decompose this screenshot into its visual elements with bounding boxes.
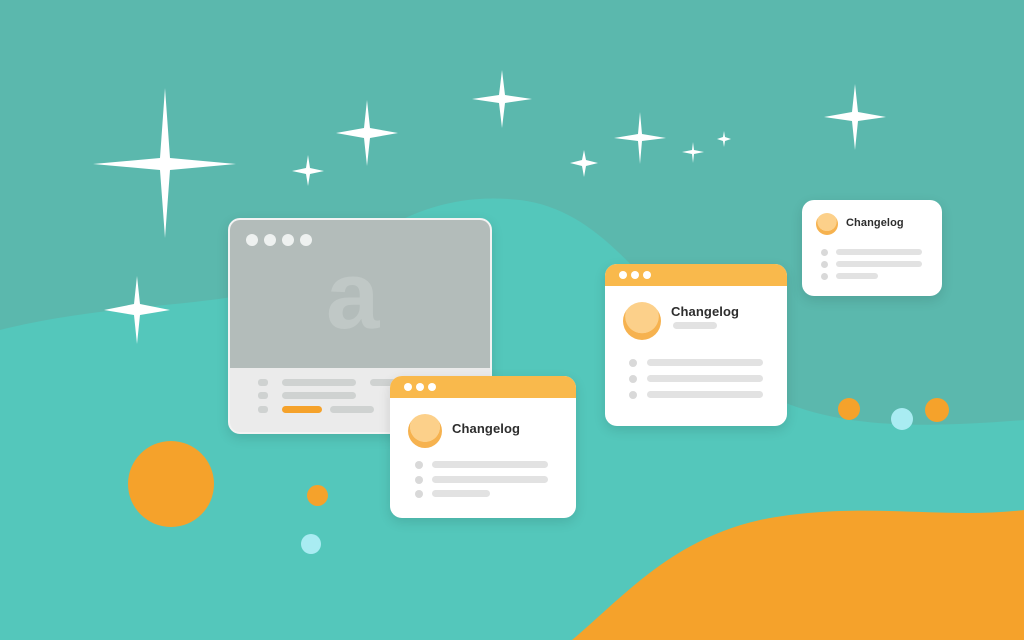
text-line [647,391,763,398]
avatar [408,414,442,448]
sparkle-icon [570,150,598,177]
orange-circle-right-2 [925,398,949,422]
card-titlebar [390,376,576,398]
list-bullet [629,391,637,399]
list-bullet [415,476,423,484]
sparkle-icon [824,84,886,150]
card-title: Changelog [452,421,521,436]
orange-circle-right-1 [838,398,860,420]
text-line [282,379,356,386]
window-dot [631,271,639,279]
text-line [282,392,356,399]
illustration-scene: a Changelog Changelog Changelog [0,0,1024,640]
list-bullet [258,379,268,386]
window-dot [619,271,627,279]
window-dot [246,234,258,246]
text-line [432,461,548,468]
text-line [836,249,922,255]
cyan-circle-right [891,408,913,430]
list-bullet [629,375,637,383]
sparkle-icon [472,70,532,128]
window-header: a [230,220,490,368]
text-line [836,273,878,279]
sparkle-icon [717,131,731,147]
orange-circle-small [307,485,328,506]
sparkle-icon [292,155,324,186]
text-line [432,476,548,483]
card-title: Changelog [671,304,740,319]
cyan-circle-small [301,534,321,554]
text-line [330,406,374,413]
window-dot [404,383,412,391]
window-dot [428,383,436,391]
list-bullet [415,490,423,498]
subtitle-line [673,322,717,329]
window-dot [264,234,276,246]
text-line [647,359,763,366]
text-line [647,375,763,382]
sparkles [93,70,886,344]
window-dot [300,234,312,246]
card-titlebar [605,264,787,286]
window-dot [282,234,294,246]
sparkle-icon [682,142,704,163]
accent-line [282,406,322,413]
list-bullet [821,261,828,268]
list-bullet [415,461,423,469]
sparkle-icon [93,88,236,238]
sparkle-icon [336,100,398,166]
text-line [432,490,490,497]
list-bullet [821,273,828,280]
orange-circle-large [128,441,214,527]
sparkle-icon [104,276,170,344]
card-title: Changelog [846,217,904,229]
list-bullet [821,249,828,256]
list-bullet [258,406,268,413]
avatar [816,213,838,235]
window-dot [643,271,651,279]
window-dot [416,383,424,391]
sparkle-icon [614,112,666,164]
changelog-card: Changelog [605,264,787,426]
logo-glyph: a [326,242,380,349]
text-line [836,261,922,267]
list-bullet [629,359,637,367]
list-bullet [258,392,268,399]
changelog-card: Changelog [390,376,576,518]
avatar [623,302,661,340]
changelog-card: Changelog [802,200,942,296]
